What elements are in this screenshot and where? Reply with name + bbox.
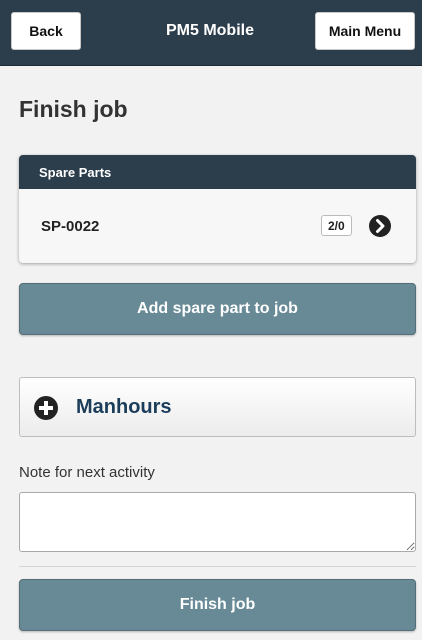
spare-parts-heading: Spare Parts bbox=[19, 155, 416, 189]
app-header: Back PM5 Mobile Main Menu bbox=[0, 0, 422, 66]
main-menu-button[interactable]: Main Menu bbox=[315, 12, 415, 50]
back-button[interactable]: Back bbox=[11, 12, 81, 50]
spare-part-id: SP-0022 bbox=[41, 217, 100, 235]
plus-circle-icon bbox=[34, 396, 58, 420]
manhours-label: Manhours bbox=[76, 395, 172, 418]
spare-part-item[interactable]: SP-0022 2/0 bbox=[19, 189, 416, 263]
finish-job-button[interactable]: Finish job bbox=[19, 579, 416, 631]
manhours-collapsible[interactable]: Manhours bbox=[19, 377, 416, 437]
divider bbox=[19, 566, 416, 567]
chevron-right-icon[interactable] bbox=[369, 215, 391, 237]
note-label: Note for next activity bbox=[19, 464, 155, 481]
page-title: Finish job bbox=[19, 96, 128, 122]
app-title: PM5 Mobile bbox=[165, 22, 254, 39]
count-badge: 2/0 bbox=[321, 215, 352, 236]
spare-parts-panel: Spare Parts SP-0022 2/0 bbox=[19, 155, 416, 263]
add-spare-part-button[interactable]: Add spare part to job bbox=[19, 283, 416, 335]
note-input[interactable] bbox=[19, 492, 416, 552]
